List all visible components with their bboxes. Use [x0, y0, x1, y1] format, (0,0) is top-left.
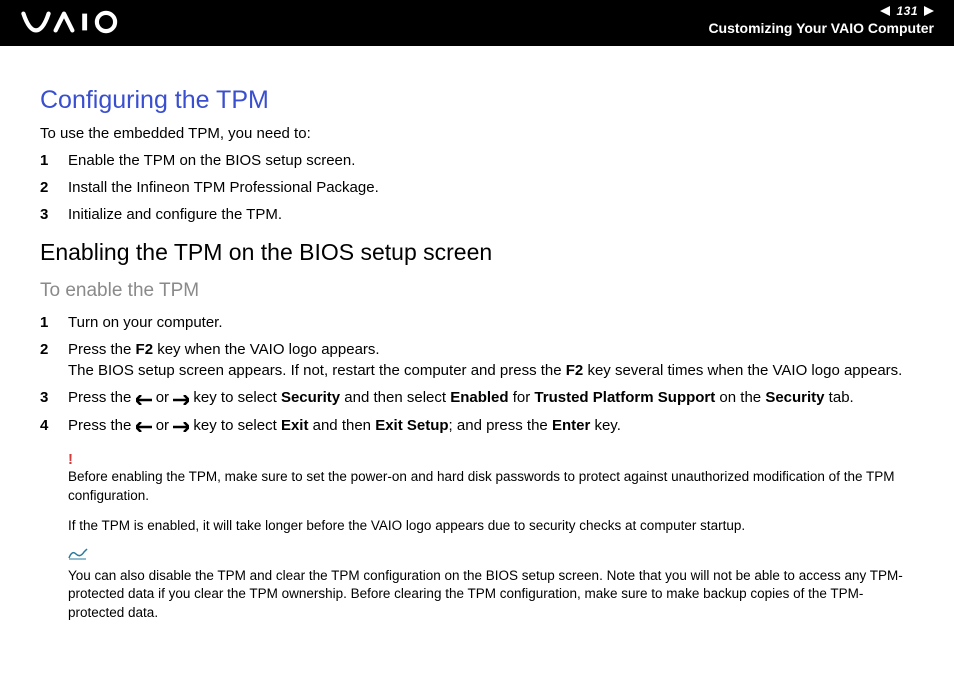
- warning-icon: !: [68, 450, 914, 470]
- page-nav: 131: [708, 4, 934, 18]
- list-item: 2Install the Infineon TPM Professional P…: [40, 177, 914, 198]
- intro-text: To use the embedded TPM, you need to:: [40, 125, 914, 142]
- list-item: 1Enable the TPM on the BIOS setup screen…: [40, 150, 914, 171]
- list-item: 4 Press the or key to select Exit and th…: [40, 415, 914, 437]
- list-item: 3Initialize and configure the TPM.: [40, 204, 914, 225]
- enable-steps: 1 Turn on your computer. 2 Press the F2 …: [40, 312, 914, 436]
- subsection-heading: To enable the TPM: [40, 280, 914, 302]
- warning-note: ! Before enabling the TPM, make sure to …: [68, 450, 914, 505]
- info-note: If the TPM is enabled, it will take long…: [68, 517, 914, 535]
- list-item: 1 Turn on your computer.: [40, 312, 914, 333]
- vaio-logo: [18, 8, 138, 36]
- page-number: 131: [896, 4, 918, 18]
- section-heading: Enabling the TPM on the BIOS setup scree…: [40, 239, 914, 266]
- pencil-icon: [68, 547, 914, 565]
- note-text: If the TPM is enabled, it will take long…: [68, 518, 745, 533]
- arrow-left-icon: [136, 415, 152, 436]
- nav-prev-icon[interactable]: [880, 6, 890, 16]
- tip-note: You can also disable the TPM and clear t…: [68, 547, 914, 622]
- page-content: Configuring the TPM To use the embedded …: [0, 46, 954, 654]
- header-section-title: Customizing Your VAIO Computer: [708, 20, 934, 36]
- list-item: 2 Press the F2 key when the VAIO logo ap…: [40, 339, 914, 381]
- arrow-right-icon: [173, 388, 189, 409]
- note-text: Before enabling the TPM, make sure to se…: [68, 469, 894, 502]
- header-bar: 131 Customizing Your VAIO Computer: [0, 0, 954, 46]
- overview-steps: 1Enable the TPM on the BIOS setup screen…: [40, 150, 914, 225]
- arrow-left-icon: [136, 388, 152, 409]
- list-item: 3 Press the or key to select Security an…: [40, 387, 914, 409]
- header-right: 131 Customizing Your VAIO Computer: [708, 4, 934, 36]
- note-text: You can also disable the TPM and clear t…: [68, 568, 903, 619]
- page-title: Configuring the TPM: [40, 86, 914, 115]
- arrow-right-icon: [173, 415, 189, 436]
- nav-next-icon[interactable]: [924, 6, 934, 16]
